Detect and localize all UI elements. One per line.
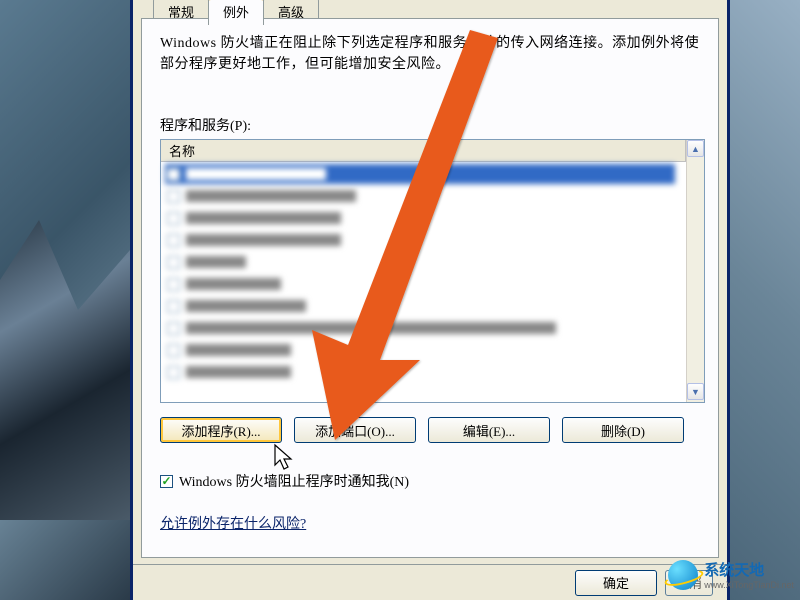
notify-checkbox[interactable]: ✓: [160, 475, 173, 488]
programs-list[interactable]: 名称 ▲ ▼: [160, 139, 705, 403]
firewall-dialog: 常规 例外 高级 Windows 防火墙正在阻止除下列选定程序和服务之外的传入网…: [130, 0, 730, 600]
list-item[interactable]: [165, 252, 675, 272]
button-row: 添加程序(R)... 添加端口(O)... 编辑(E)... 删除(D): [160, 417, 700, 443]
add-program-button[interactable]: 添加程序(R)...: [160, 417, 282, 443]
list-item[interactable]: [165, 296, 675, 316]
list-item[interactable]: [165, 274, 675, 294]
list-column-header[interactable]: 名称: [161, 140, 686, 162]
globe-icon: [668, 560, 698, 590]
tab-exceptions[interactable]: 例外: [208, 0, 264, 25]
list-item[interactable]: [165, 208, 675, 228]
watermark-url: www.XiTongTianDi.net: [704, 580, 794, 590]
list-item[interactable]: [165, 318, 675, 338]
ok-button[interactable]: 确定: [575, 570, 657, 596]
dialog-bottom-bar: 确定 取消: [133, 564, 727, 600]
list-body: [161, 162, 686, 402]
scroll-down-button[interactable]: ▼: [687, 383, 704, 400]
exceptions-panel: Windows 防火墙正在阻止除下列选定程序和服务之外的传入网络连接。添加例外将…: [141, 18, 719, 558]
list-item[interactable]: [165, 340, 675, 360]
list-item[interactable]: [165, 230, 675, 250]
watermark: 系统天地 www.XiTongTianDi.net: [668, 559, 794, 590]
description-text: Windows 防火墙正在阻止除下列选定程序和服务之外的传入网络连接。添加例外将…: [160, 33, 700, 75]
edit-button[interactable]: 编辑(E)...: [428, 417, 550, 443]
list-item[interactable]: [165, 164, 675, 184]
risk-link[interactable]: 允许例外存在什么风险?: [160, 517, 306, 532]
list-item[interactable]: [165, 186, 675, 206]
programs-label: 程序和服务(P):: [160, 115, 700, 135]
notify-checkbox-row[interactable]: ✓ Windows 防火墙阻止程序时通知我(N): [160, 471, 700, 491]
wallpaper-left: [0, 0, 130, 600]
watermark-title: 系统天地: [704, 562, 764, 579]
delete-button[interactable]: 删除(D): [562, 417, 684, 443]
notify-label: Windows 防火墙阻止程序时通知我(N): [179, 471, 409, 491]
scrollbar[interactable]: ▲ ▼: [686, 140, 704, 402]
list-item[interactable]: [165, 362, 675, 382]
wallpaper-right: [730, 0, 800, 600]
risk-link-row: 允许例外存在什么风险?: [160, 513, 700, 533]
add-port-button[interactable]: 添加端口(O)...: [294, 417, 416, 443]
scroll-up-button[interactable]: ▲: [687, 140, 704, 157]
